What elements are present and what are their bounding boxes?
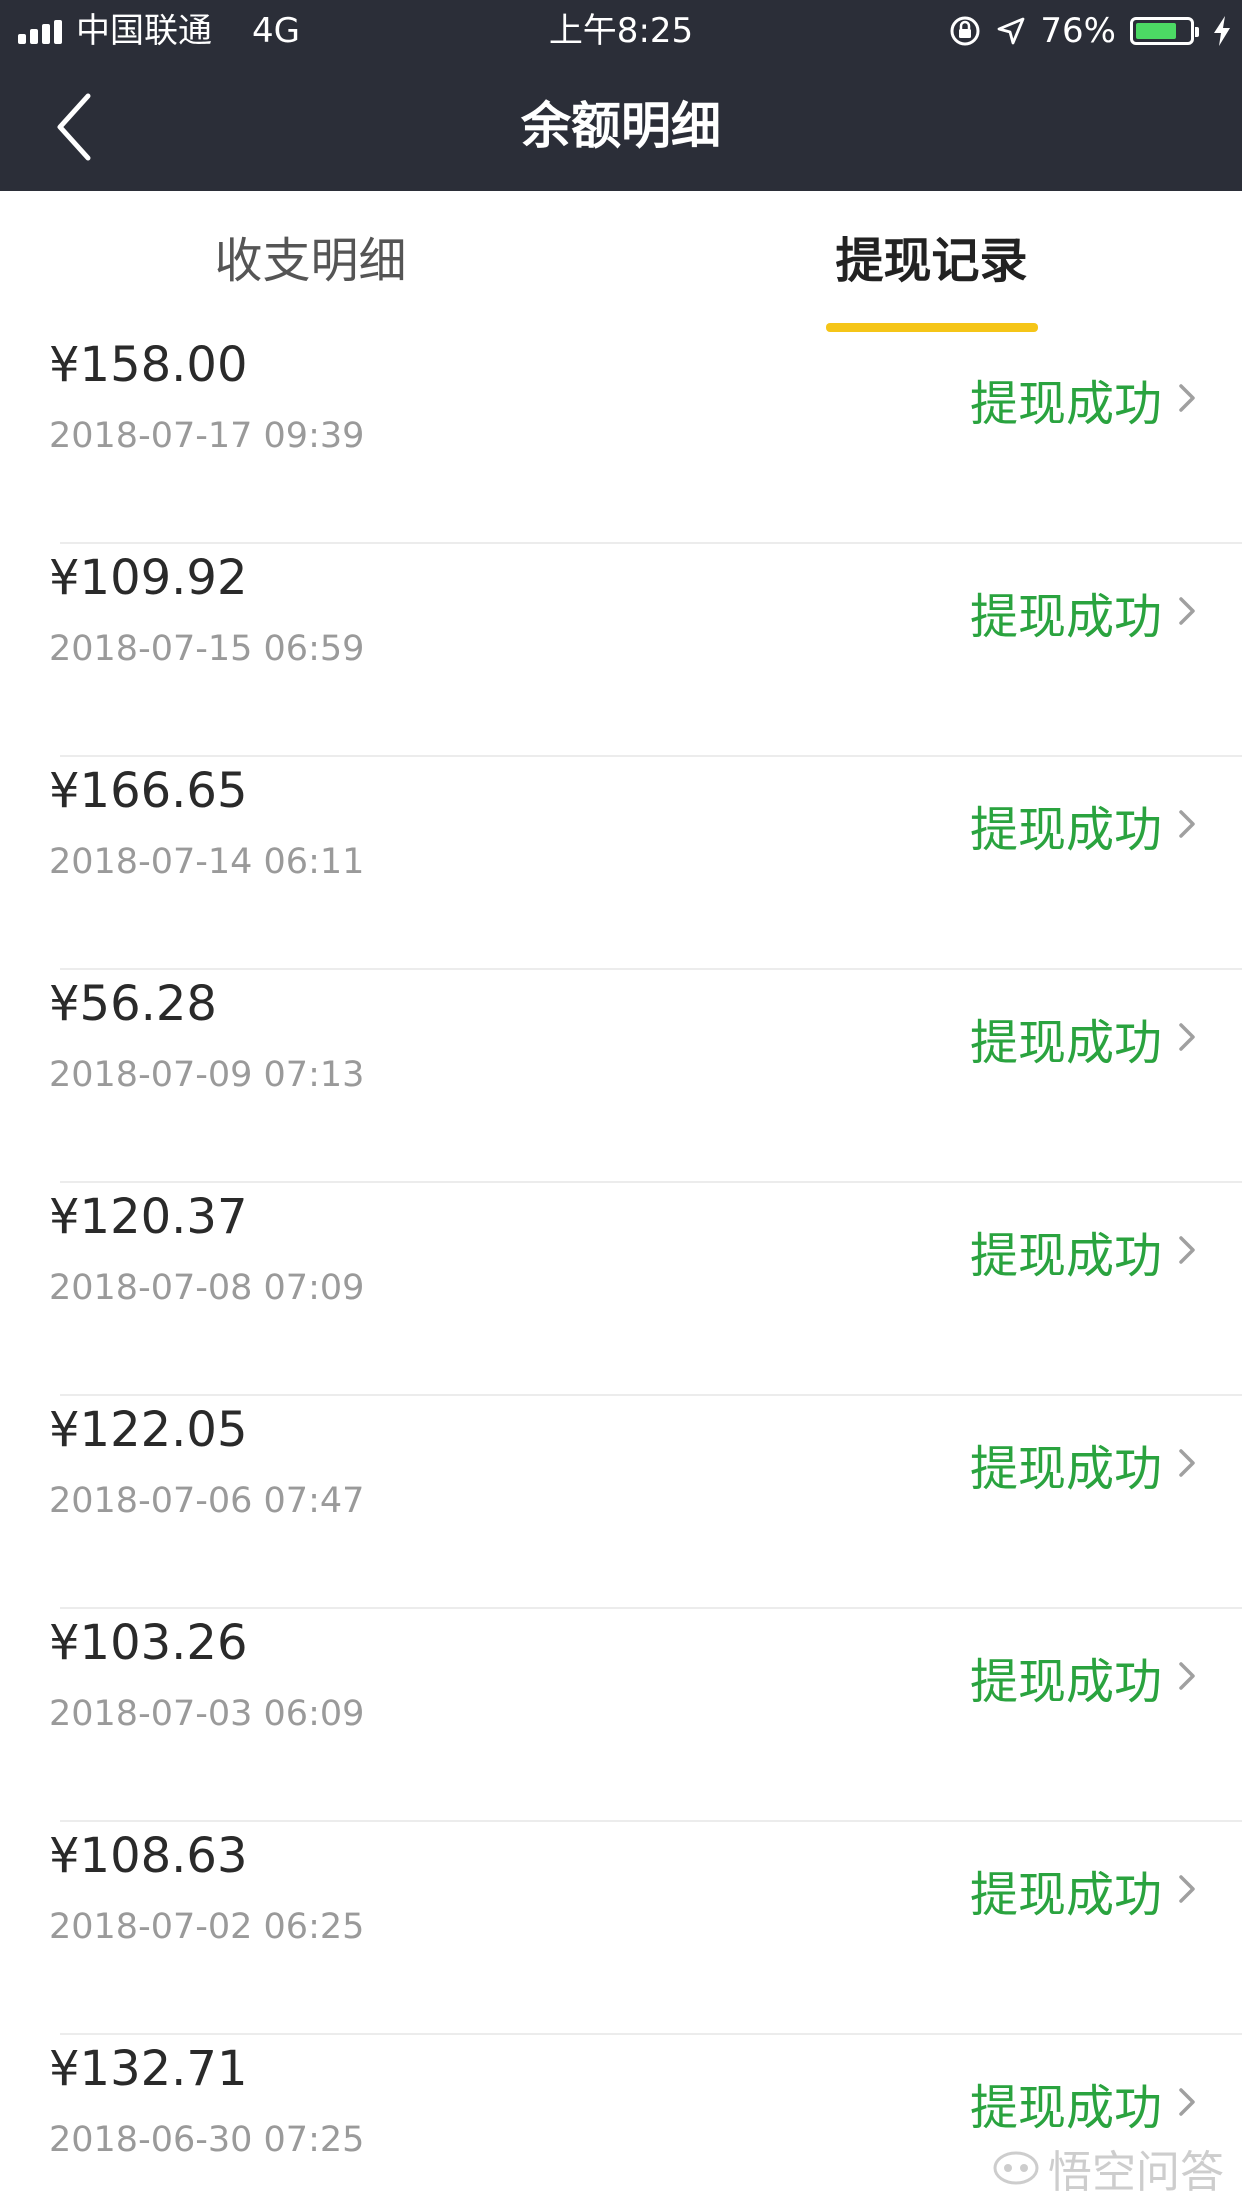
tab-bar: 收支明细 提现记录 bbox=[0, 191, 1242, 332]
chevron-right-icon bbox=[1176, 380, 1198, 416]
list-item[interactable]: ¥120.37 2018-07-08 07:09 提现成功 bbox=[0, 1183, 1242, 1396]
record-amount: ¥158.00 bbox=[49, 337, 248, 393]
header: 中国联通 4G 上午8:25 76% 余额明细 bbox=[0, 0, 1242, 191]
record-status: 提现成功 bbox=[969, 1441, 1162, 1497]
record-amount: ¥103.26 bbox=[49, 1615, 248, 1671]
battery-fill bbox=[1136, 23, 1176, 39]
record-time: 2018-07-15 06:59 bbox=[49, 629, 365, 669]
list-item[interactable]: ¥56.28 2018-07-09 07:13 提现成功 bbox=[0, 970, 1242, 1183]
watermark: 悟空问答 bbox=[992, 2138, 1224, 2198]
list-item[interactable]: ¥103.26 2018-07-03 06:09 提现成功 bbox=[0, 1609, 1242, 1822]
nav-bar: 余额明细 bbox=[0, 62, 1242, 191]
record-status: 提现成功 bbox=[969, 1867, 1162, 1923]
record-amount: ¥122.05 bbox=[49, 1402, 248, 1458]
tab-withdraw-records[interactable]: 提现记录 bbox=[621, 191, 1242, 331]
chevron-right-icon bbox=[1176, 1871, 1198, 1907]
record-amount: ¥109.92 bbox=[49, 550, 248, 606]
record-time: 2018-07-06 07:47 bbox=[49, 1481, 365, 1521]
record-status: 提现成功 bbox=[969, 1015, 1162, 1071]
record-time: 2018-07-02 06:25 bbox=[49, 1907, 365, 1947]
battery-percent: 76% bbox=[1040, 11, 1116, 51]
record-time: 2018-07-08 07:09 bbox=[49, 1268, 365, 1308]
record-time: 2018-07-17 09:39 bbox=[49, 416, 365, 456]
wukong-logo-icon bbox=[993, 2151, 1039, 2185]
record-status: 提现成功 bbox=[969, 2080, 1162, 2136]
chevron-right-icon bbox=[1176, 1658, 1198, 1694]
charging-bolt-icon bbox=[1212, 15, 1232, 47]
record-time: 2018-06-30 07:25 bbox=[49, 2120, 365, 2160]
list-item[interactable]: ¥109.92 2018-07-15 06:59 提现成功 bbox=[0, 544, 1242, 757]
list-item[interactable]: ¥158.00 2018-07-17 09:39 提现成功 bbox=[0, 331, 1242, 544]
record-status: 提现成功 bbox=[969, 1228, 1162, 1284]
page-title: 余额明细 bbox=[521, 97, 721, 155]
record-amount: ¥56.28 bbox=[49, 976, 217, 1032]
location-arrow-icon bbox=[996, 16, 1026, 46]
record-status: 提现成功 bbox=[969, 802, 1162, 858]
chevron-right-icon bbox=[1176, 2084, 1198, 2120]
rotation-lock-icon bbox=[948, 14, 982, 48]
chevron-right-icon bbox=[1176, 593, 1198, 629]
record-time: 2018-07-03 06:09 bbox=[49, 1694, 365, 1734]
record-time: 2018-07-14 06:11 bbox=[49, 842, 365, 882]
chevron-right-icon bbox=[1176, 806, 1198, 842]
record-amount: ¥166.65 bbox=[49, 763, 248, 819]
status-bar: 中国联通 4G 上午8:25 76% bbox=[0, 0, 1242, 62]
chevron-right-icon bbox=[1176, 1232, 1198, 1268]
list-item[interactable]: ¥108.63 2018-07-02 06:25 提现成功 bbox=[0, 1822, 1242, 2035]
list-item[interactable]: ¥122.05 2018-07-06 07:47 提现成功 bbox=[0, 1396, 1242, 1609]
withdraw-record-list[interactable]: ¥158.00 2018-07-17 09:39 提现成功 ¥109.92 20… bbox=[0, 331, 1242, 2208]
list-item[interactable]: ¥166.65 2018-07-14 06:11 提现成功 bbox=[0, 757, 1242, 970]
record-amount: ¥120.37 bbox=[49, 1189, 248, 1245]
status-right-group: 76% bbox=[934, 0, 1232, 62]
record-time: 2018-07-09 07:13 bbox=[49, 1055, 365, 1095]
record-status: 提现成功 bbox=[969, 376, 1162, 432]
tab-income-expense[interactable]: 收支明细 bbox=[0, 191, 621, 331]
watermark-text: 悟空问答 bbox=[1048, 2147, 1224, 2198]
record-status: 提现成功 bbox=[969, 1654, 1162, 1710]
chevron-right-icon bbox=[1176, 1445, 1198, 1481]
record-amount: ¥132.71 bbox=[49, 2041, 248, 2097]
chevron-right-icon bbox=[1176, 1019, 1198, 1055]
battery-icon bbox=[1130, 17, 1199, 45]
record-amount: ¥108.63 bbox=[49, 1828, 248, 1884]
record-status: 提现成功 bbox=[969, 589, 1162, 645]
